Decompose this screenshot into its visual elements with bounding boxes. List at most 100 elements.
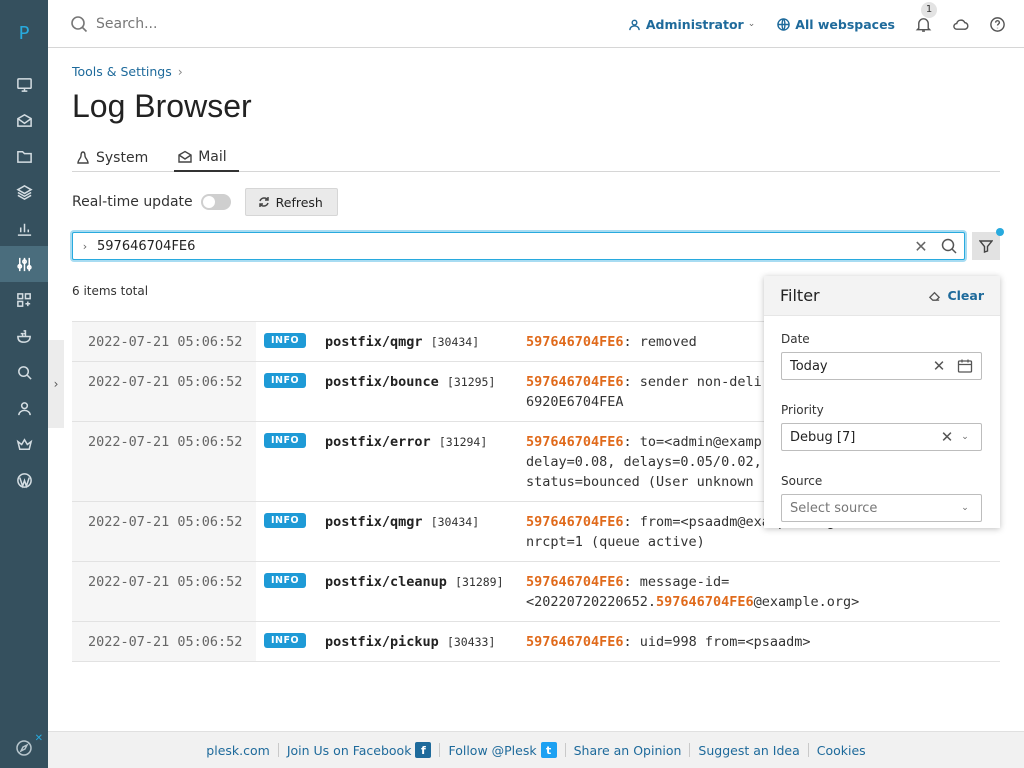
- expand-panel-handle[interactable]: ›: [48, 340, 64, 428]
- user-menu[interactable]: Administrator ⌄: [628, 17, 755, 32]
- page-title: Log Browser: [72, 88, 252, 124]
- priority-badge: INFO: [264, 633, 307, 648]
- clear-search-icon[interactable]: ✕: [908, 237, 934, 256]
- sidebar: P ✕: [0, 0, 48, 768]
- priority-badge: INFO: [264, 433, 307, 448]
- monitor-icon: [16, 77, 32, 92]
- source-select[interactable]: Select source ⌄: [781, 494, 982, 522]
- wordpress-icon: [16, 472, 32, 489]
- log-timestamp: 2022-07-21 05:06:52: [72, 622, 256, 661]
- filter-active-dot: [996, 228, 1004, 236]
- tab-label: Mail: [198, 149, 227, 165]
- log-timestamp: 2022-07-21 05:06:52: [72, 362, 256, 421]
- webspaces-menu[interactable]: All webspaces: [777, 17, 895, 32]
- search-submit-button[interactable]: [934, 238, 964, 254]
- sidebar-item-users[interactable]: [0, 390, 48, 426]
- refresh-button[interactable]: Refresh: [244, 188, 338, 216]
- priority-value: Debug [7]: [790, 429, 856, 445]
- filter-clear-label: Clear: [947, 288, 984, 303]
- sidebar-item-mail[interactable]: [0, 102, 48, 138]
- sidebar-bottom[interactable]: ✕: [0, 728, 48, 768]
- realtime-label: Real-time update: [72, 194, 193, 210]
- sidebar-item-seo[interactable]: [0, 354, 48, 390]
- calendar-icon[interactable]: [957, 358, 973, 374]
- help-button[interactable]: [989, 16, 1006, 33]
- crown-icon: [16, 437, 32, 450]
- mail-icon: [16, 113, 32, 127]
- sidebar-item-statistics[interactable]: [0, 210, 48, 246]
- sidebar-item-advisor[interactable]: [0, 426, 48, 462]
- log-source: postfix/cleanup: [325, 574, 447, 590]
- eraser-icon: [929, 291, 941, 301]
- log-pid: [30434]: [430, 515, 480, 529]
- folder-icon: [16, 150, 32, 163]
- clear-priority-icon[interactable]: ✕: [937, 428, 957, 446]
- search-input[interactable]: Search...: [96, 16, 157, 32]
- tab-system[interactable]: System: [72, 144, 156, 172]
- sidebar-item-docker[interactable]: [0, 318, 48, 354]
- breadcrumb-link[interactable]: Tools & Settings: [72, 64, 172, 79]
- date-field[interactable]: Today ✕: [781, 352, 982, 380]
- compass-icon: [16, 740, 32, 756]
- search-icon: [71, 15, 88, 32]
- top-header: Search... Administrator ⌄ All webspaces …: [48, 0, 1024, 48]
- bell-icon: [915, 17, 932, 32]
- refresh-icon: [258, 197, 269, 207]
- notifications-button[interactable]: 1: [915, 1, 937, 33]
- user-icon: [17, 401, 31, 415]
- priority-badge: INFO: [264, 513, 307, 528]
- chevron-down-icon: ⌄: [747, 19, 756, 29]
- search-icon: [941, 238, 957, 254]
- priority-select[interactable]: Debug [7] ✕ ⌄: [781, 423, 982, 451]
- chevron-right-icon[interactable]: ›: [73, 240, 97, 253]
- sidebar-item-extensions[interactable]: [0, 282, 48, 318]
- linux-icon: [77, 151, 89, 164]
- help-icon: [990, 16, 1005, 32]
- log-pid: [30433]: [446, 635, 496, 649]
- tab-label: System: [96, 150, 149, 166]
- footer-link-twitter[interactable]: Follow @Plesk t: [448, 742, 557, 758]
- log-pid: [31295]: [446, 375, 496, 389]
- extensions-icon: [16, 292, 31, 307]
- footer-link-idea[interactable]: Suggest an Idea: [698, 743, 799, 758]
- log-source: postfix/qmgr: [325, 334, 423, 350]
- twitter-icon: t: [540, 742, 557, 758]
- search-doc-icon: [17, 365, 32, 380]
- sidebar-item-files[interactable]: [0, 138, 48, 174]
- source-label: Source: [781, 474, 823, 488]
- close-icon[interactable]: ✕: [35, 733, 43, 744]
- log-timestamp: 2022-07-21 05:06:52: [72, 322, 256, 361]
- filter-toggle-button[interactable]: [972, 228, 1004, 260]
- footer-link-facebook[interactable]: Join Us on Facebook f: [287, 742, 432, 758]
- chevron-right-icon: ›: [177, 64, 183, 79]
- sidebar-item-wordpress[interactable]: [0, 462, 48, 498]
- priority-badge: INFO: [264, 333, 307, 348]
- priority-label: Priority: [781, 403, 824, 417]
- sidebar-item-tools-settings[interactable]: [0, 246, 48, 282]
- global-search[interactable]: Search...: [48, 15, 608, 33]
- priority-badge: INFO: [264, 373, 307, 388]
- footer-link-cookies[interactable]: Cookies: [817, 743, 866, 758]
- breadcrumb: Tools & Settings ›: [72, 64, 183, 79]
- filter-header: Filter Clear: [764, 276, 1000, 316]
- plesk-logo[interactable]: P: [0, 0, 48, 66]
- sidebar-item-applications[interactable]: [0, 174, 48, 210]
- log-search-input[interactable]: 597646704FE6: [97, 239, 908, 254]
- clear-date-icon[interactable]: ✕: [929, 357, 949, 375]
- tab-mail[interactable]: Mail: [174, 144, 239, 172]
- sidebar-item-websites[interactable]: [0, 66, 48, 102]
- facebook-icon: f: [415, 742, 432, 758]
- realtime-toggle[interactable]: [200, 194, 231, 210]
- table-row: 2022-07-21 05:06:52 INFO postfix/cleanup…: [72, 561, 1000, 621]
- footer-link-opinion[interactable]: Share an Opinion: [574, 743, 682, 758]
- filter-clear-button[interactable]: Clear: [928, 288, 984, 303]
- log-search-box[interactable]: › 597646704FE6 ✕: [72, 232, 965, 260]
- footer-link-plesk[interactable]: plesk.com: [206, 743, 270, 758]
- cloud-button[interactable]: [952, 16, 969, 33]
- log-message: 597646704FE6: uid=998 from=<psaadm>: [526, 634, 811, 650]
- webspaces-label: All webspaces: [795, 16, 895, 32]
- footer: plesk.com Join Us on Facebook f Follow @P…: [48, 731, 1024, 768]
- log-source: postfix/error: [325, 434, 431, 450]
- refresh-label: Refresh: [275, 194, 323, 210]
- priority-badge: INFO: [264, 573, 307, 588]
